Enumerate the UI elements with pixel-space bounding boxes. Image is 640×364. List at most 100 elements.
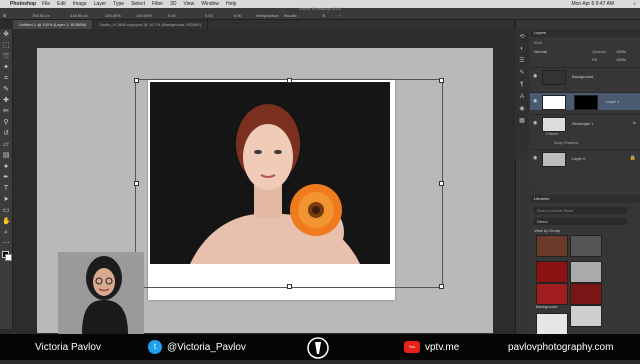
layer-mask-thumbnail (574, 95, 598, 110)
visibility-eye-icon[interactable]: ◉ (533, 98, 537, 104)
path-selection-tool-icon[interactable]: ➤ (2, 196, 10, 204)
magic-wand-tool-icon[interactable]: ✦ (2, 64, 10, 72)
dodge-tool-icon[interactable]: ● (2, 163, 10, 171)
library-item[interactable] (536, 261, 568, 283)
transform-handle-top[interactable] (287, 78, 292, 83)
library-item[interactable] (536, 235, 568, 257)
layer-name: Rectangle 1 (572, 121, 594, 126)
library-select[interactable]: Demo (534, 218, 627, 225)
eraser-tool-icon[interactable]: ▱ (2, 141, 10, 149)
layer-name: Layer 0 (572, 156, 586, 161)
layer-name: Background (572, 74, 594, 79)
color-icon[interactable]: ◉ (518, 105, 526, 113)
marquee-tool-icon[interactable]: ⬚ (2, 42, 10, 50)
library-item[interactable] (536, 313, 568, 335)
layer-row-layer-0[interactable]: ◉ Layer 0 🔒 (530, 149, 640, 167)
h-skew-field[interactable]: 0.00 (205, 13, 213, 18)
tool-preset-icon[interactable]: ⊞ (3, 13, 6, 18)
library-item[interactable] (570, 283, 602, 305)
history-icon[interactable]: ⟲ (518, 33, 526, 41)
brush-tool-icon[interactable]: ✏ (2, 108, 10, 116)
color-swatches-icon[interactable] (2, 251, 12, 261)
character-icon[interactable]: A (518, 93, 526, 101)
transform-handle-right[interactable] (439, 181, 444, 186)
kind-filter[interactable]: Kind (534, 40, 542, 45)
more-tools-icon[interactable]: ⋯ (2, 240, 10, 248)
drop-shadow-effect[interactable]: Drop Shadow (554, 140, 578, 145)
library-item[interactable] (536, 283, 568, 305)
visibility-eye-icon[interactable]: ◉ (533, 120, 537, 126)
width-field[interactable]: 100.00% (105, 13, 121, 18)
commit-transform-icon[interactable]: ✓ (338, 13, 341, 18)
x-field[interactable]: 758.50 px (32, 13, 50, 18)
crop-tool-icon[interactable]: ⌗ (2, 75, 10, 83)
layer-thumbnail (542, 117, 566, 132)
hand-tool-icon[interactable]: ✋ (2, 218, 11, 226)
transform-handle-top-right[interactable] (439, 78, 444, 83)
fill-field[interactable]: 100% (616, 57, 626, 62)
free-transform-bounding-box[interactable] (134, 78, 444, 289)
layer-row-background[interactable]: ◉ Background (530, 67, 640, 85)
move-tool-icon[interactable]: ✥ (2, 31, 10, 39)
view-by-group-select[interactable]: View by Group (534, 228, 560, 233)
layer-thumbnail (542, 95, 566, 110)
panel-icon-strip: ⟲ ◐ ☰ ✎ ¶ A ◉ ▦ (515, 29, 529, 159)
height-field[interactable]: 100.00% (136, 13, 152, 18)
eyedropper-tool-icon[interactable]: ✎ (2, 86, 10, 94)
options-bar: Adobe Photoshop 2020 ⊞ 758.50 px 418.50 … (0, 6, 640, 20)
rectangle-tool-icon[interactable]: ▭ (2, 207, 10, 215)
transform-handle-left[interactable] (134, 181, 139, 186)
type-tool-icon[interactable]: T (2, 185, 10, 193)
gradient-tool-icon[interactable]: ▤ (2, 152, 10, 160)
adjustments-icon[interactable]: ◐ (518, 45, 526, 53)
pen-tool-icon[interactable]: ✒ (2, 174, 10, 182)
layer-row-layer-1[interactable]: ◉ Layer 1 (530, 92, 640, 110)
v-skew-field[interactable]: 0.00 (234, 13, 242, 18)
transform-handle-top-left[interactable] (134, 78, 139, 83)
fill-label: Fill: (592, 57, 599, 62)
paragraph-icon[interactable]: ¶ (518, 81, 526, 89)
cancel-transform-icon[interactable]: ⊘ (322, 13, 325, 18)
library-item[interactable] (570, 305, 602, 327)
youtube-icon: You (404, 341, 420, 353)
library-item[interactable] (570, 261, 602, 283)
properties-icon[interactable]: ☰ (518, 57, 526, 65)
layers-panel-title[interactable]: Layers (530, 29, 640, 37)
zoom-tool-icon[interactable]: ⌕ (2, 229, 10, 237)
swatches-icon[interactable]: ▦ (518, 117, 526, 125)
transform-handle-bottom-right[interactable] (439, 284, 444, 289)
youtube-link: vptv.me (425, 342, 460, 353)
fx-icon[interactable]: fx (633, 120, 636, 125)
tab-studio[interactable]: Studio_H-1808 copy.psd @ 16.7% (Backgrou… (93, 20, 209, 29)
library-item[interactable] (570, 235, 602, 257)
y-field[interactable]: 418.50 px (70, 13, 88, 18)
website-link: pavlovphotography.com (508, 342, 614, 353)
layer-thumbnail (542, 70, 566, 85)
effects-label: Effects (546, 131, 559, 136)
brush-settings-icon[interactable]: ✎ (518, 69, 526, 77)
lock-icon: 🔒 (629, 155, 636, 161)
history-brush-tool-icon[interactable]: ↺ (2, 130, 10, 138)
library-item-label: Background (536, 304, 558, 309)
healing-brush-tool-icon[interactable]: ✚ (2, 97, 10, 105)
tab-untitled[interactable]: Untitled-1 @ 100% (Layer 1, RGB/8#) (13, 20, 94, 29)
visibility-eye-icon[interactable]: ◉ (533, 73, 537, 79)
tools-panel: ✥ ⬚ ➰ ✦ ⌗ ✎ ✚ ✏ ⚲ ↺ ▱ ▤ ● ✒ T ➤ ▭ ✋ ⌕ ⋯ (0, 29, 13, 329)
transform-handle-bottom[interactable] (287, 284, 292, 289)
interpolation-select[interactable]: Bicubic (284, 13, 297, 18)
blend-mode-select[interactable]: Normal (534, 49, 547, 54)
lasso-tool-icon[interactable]: ➰ (2, 53, 11, 61)
layer-row-rectangle-1[interactable]: ◉ Rectangle 1 fx Effects (530, 114, 640, 136)
libraries-panel-title[interactable]: Libraries (530, 195, 640, 203)
pavlov-logo-icon (307, 337, 329, 359)
layer-thumbnail (542, 152, 566, 167)
twitter-handle: @Victoria_Pavlov (167, 342, 246, 353)
opacity-field[interactable]: 100% (616, 49, 626, 54)
visibility-eye-icon[interactable]: ◉ (533, 155, 537, 161)
twitter-icon: t (148, 340, 162, 354)
angle-field[interactable]: 0.00 (168, 13, 176, 18)
layer-name: Layer 1 (606, 99, 620, 104)
stock-search-input[interactable]: Search Adobe Stock (534, 207, 627, 214)
opacity-label: Opacity: (592, 49, 607, 54)
clone-stamp-tool-icon[interactable]: ⚲ (2, 119, 10, 127)
